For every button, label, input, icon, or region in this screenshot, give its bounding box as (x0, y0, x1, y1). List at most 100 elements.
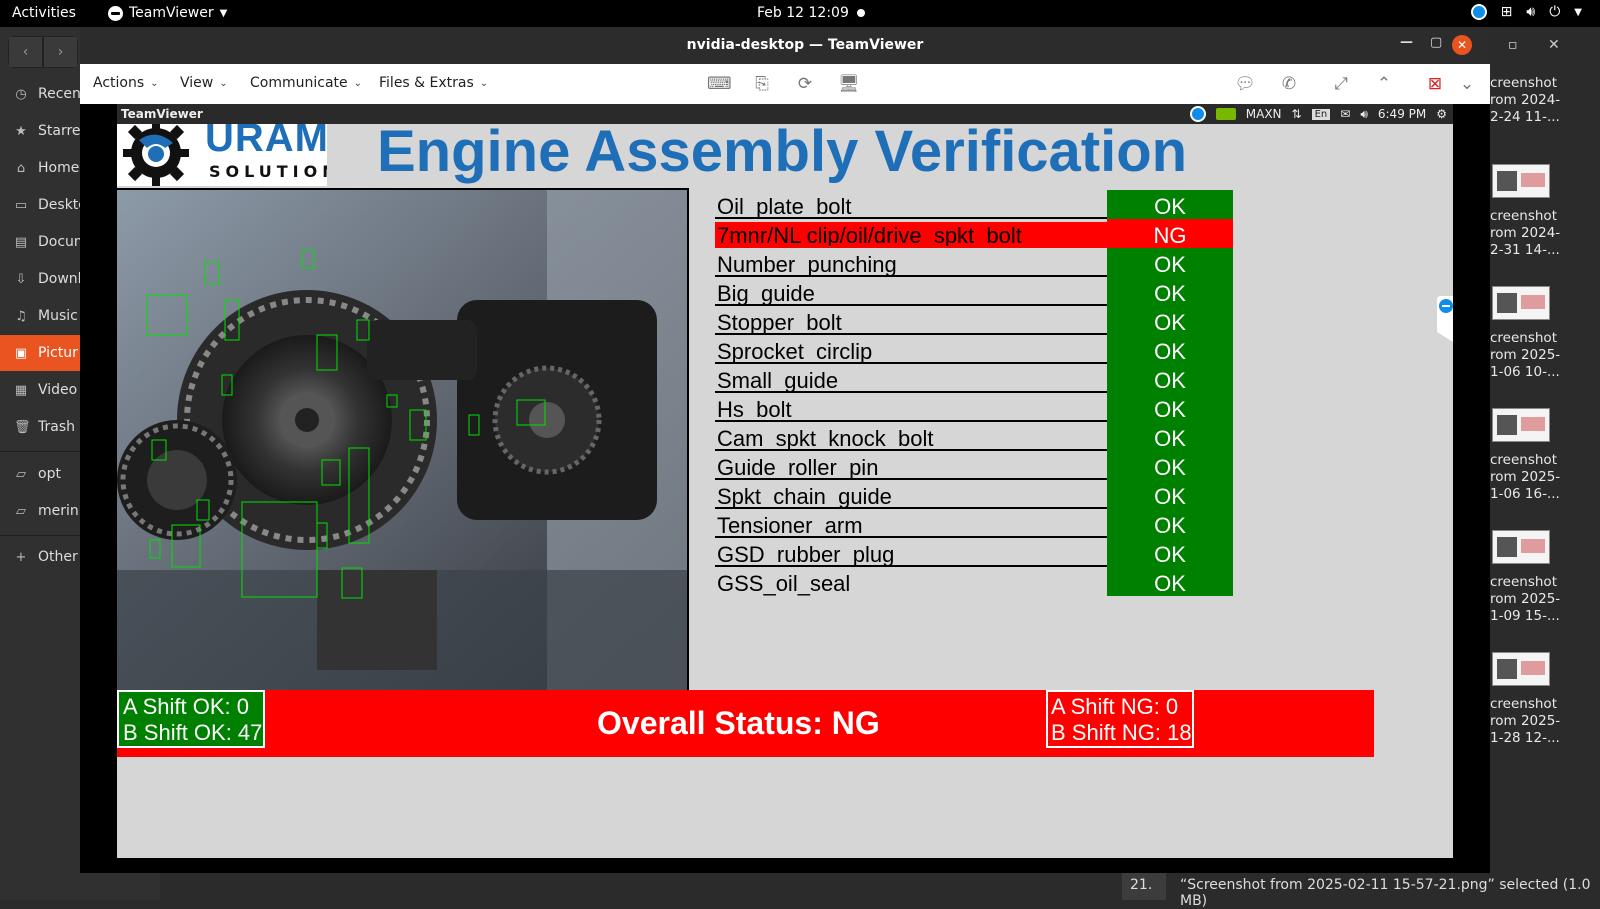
fullscreen-icon[interactable]: ⤢ (1329, 72, 1353, 96)
nvidia-icon[interactable] (1215, 108, 1236, 120)
check-row: Sprocket_circlip OK (715, 335, 1235, 364)
window-titlebar[interactable]: nvidia-desktop — TeamViewer — ▢ ✕ (80, 27, 1490, 64)
company-logo: URAMA SOLUTIONS (117, 124, 327, 186)
sidebar-item-label: Starre (38, 123, 81, 139)
app-menu[interactable]: TeamViewer ▼ (108, 5, 227, 21)
close-icon[interactable]: ✕ (1548, 37, 1560, 53)
chevron-down-icon[interactable]: ⌄ (1455, 72, 1479, 96)
power-mode-label[interactable]: MAXN (1246, 107, 1282, 121)
power-icon[interactable]: ⏻ (1549, 4, 1560, 20)
check-row: Oil_plate_bolt OK (715, 190, 1235, 219)
check-name: Oil_plate_bolt (715, 193, 1107, 219)
menu-view[interactable]: View ⌄ (180, 75, 228, 91)
minimize-icon[interactable]: — (1400, 35, 1413, 50)
keyboard-layout[interactable]: En (1311, 108, 1331, 120)
check-row: Small_guide OK (715, 364, 1235, 393)
b-shift-ok: B Shift OK: 47 (123, 720, 263, 745)
remote-screen[interactable]: TeamViewer MAXN ⇅ En ✉ 🔊︎ 6:49 PM ⚙ URAM… (117, 104, 1453, 858)
chevron-down-icon: ⌄ (353, 77, 363, 89)
clock[interactable]: Feb 12 12:09 (757, 5, 865, 21)
keyboard-icon[interactable]: ⌨ (707, 72, 732, 96)
close-window-button[interactable]: ✕ (1452, 35, 1472, 55)
menu-label: Communicate (250, 75, 348, 91)
settings-gear-icon[interactable]: ⚙ (1436, 107, 1447, 121)
check-name: Sprocket_circlip (715, 338, 1107, 364)
remote-screen-icon[interactable]: 🖥︎ (837, 72, 861, 96)
video-icon: ▦ (14, 382, 28, 398)
check-status: OK (1107, 277, 1233, 306)
volume-icon[interactable]: 🔊︎ (1526, 4, 1535, 20)
collapse-toolbar-icon[interactable]: ⌃ (1372, 72, 1396, 96)
teamviewer-side-panel-handle[interactable] (1437, 296, 1453, 342)
remote-clock[interactable]: 6:49 PM (1378, 107, 1426, 121)
check-row: GSS_oil_seal OK (715, 567, 1235, 596)
remote-tray: MAXN ⇅ En ✉ 🔊︎ 6:49 PM ⚙ (1189, 106, 1447, 122)
notification-dot-icon (856, 9, 865, 17)
shift-ng-counter: A Shift NG: 0 B Shift NG: 18 (1046, 690, 1194, 748)
sidebar-item-label: opt (38, 466, 61, 482)
camera-feed (117, 188, 689, 691)
teamviewer-icon[interactable] (1189, 106, 1206, 122)
teamviewer-tray-icon[interactable] (1470, 4, 1487, 20)
teamviewer-toolbar: Actions ⌄ View ⌄ Communicate ⌄ Files & Extr… (80, 64, 1490, 104)
back-icon[interactable]: ‹ (8, 36, 43, 68)
file-caption: creenshot rom 2024- 2-31 14-... (1490, 208, 1561, 258)
sidebar-item-label: Music (38, 308, 78, 324)
check-name: Hs_bolt (715, 396, 1107, 422)
picture-icon: ▣ (14, 345, 28, 361)
files-grid-column: ▫ ✕ creenshot rom 2024- 2-24 11-... cree… (1490, 27, 1600, 872)
check-row: Big_guide OK (715, 277, 1235, 306)
forward-icon[interactable]: › (43, 36, 78, 68)
file-thumbnail (1492, 530, 1550, 564)
check-name: Stopper_bolt (715, 309, 1107, 335)
check-status: OK (1107, 451, 1233, 480)
check-row: GSD_rubber_plug OK (715, 538, 1235, 567)
sidebar-item-label: merin (38, 503, 79, 519)
end-session-icon[interactable]: ⊠ (1423, 72, 1447, 96)
network-transfer-icon[interactable]: ⇅ (1292, 107, 1302, 121)
activities-button[interactable]: Activities (12, 5, 76, 21)
overall-status-label: Overall Status: NG (597, 705, 880, 741)
app-menu-label: TeamViewer (129, 5, 214, 21)
chat-icon[interactable]: 💬︎ (1233, 72, 1257, 96)
network-icon[interactable]: ⊞ (1501, 4, 1513, 20)
system-tray[interactable]: ⊞ 🔊︎ ⏻ ▼ (1470, 4, 1582, 20)
a-shift-ng: A Shift NG: 0 (1051, 694, 1179, 719)
desktop-icon: ▭ (14, 197, 28, 213)
overall-status-bar: A Shift OK: 0 B Shift OK: 47 Overall Sta… (117, 690, 1374, 757)
file-thumbnail (1492, 286, 1550, 320)
sidebar-item-label: Trash (38, 419, 75, 435)
check-name: Cam_spkt_knock_bolt (715, 425, 1107, 451)
chevron-down-icon[interactable]: ▼ (1574, 7, 1582, 18)
check-status: OK (1107, 248, 1233, 277)
remote-update-icon[interactable]: ⟳ (793, 72, 817, 96)
menu-actions[interactable]: Actions ⌄ (93, 75, 159, 91)
maximize-icon[interactable]: ▢ (1430, 35, 1442, 50)
menu-files-extras[interactable]: Files & Extras ⌄ (379, 75, 488, 91)
sidebar-item-label: Home (38, 160, 80, 176)
chevron-down-icon: ⌄ (150, 77, 159, 89)
check-name: Number_punching (715, 251, 1107, 277)
file-caption: creenshot rom 2025- 1-06 10-... (1490, 330, 1561, 380)
b-shift-ng: B Shift NG: 18 (1051, 720, 1192, 745)
check-row: Hs_bolt OK (715, 393, 1235, 422)
check-name: GSS_oil_seal (717, 571, 851, 596)
menu-communicate[interactable]: Communicate ⌄ (250, 75, 362, 91)
mail-icon[interactable]: ✉ (1340, 107, 1350, 121)
remote-bar-title: TeamViewer (121, 107, 203, 121)
check-status: OK (1107, 306, 1233, 335)
volume-icon[interactable]: 🔊︎ (1360, 107, 1368, 122)
call-icon[interactable]: ✆ (1277, 72, 1301, 96)
file-caption: creenshot rom 2025- 1-28 12-... (1490, 696, 1561, 746)
file-transfer-icon[interactable]: ⎘ (750, 72, 774, 96)
check-row: Stopper_bolt OK (715, 306, 1235, 335)
check-status: OK (1107, 364, 1233, 393)
teamviewer-window: nvidia-desktop — TeamViewer — ▢ ✕ Action… (80, 27, 1490, 873)
check-row: Spkt_chain_guide OK (715, 480, 1235, 509)
check-status: OK (1107, 335, 1233, 364)
menu-label: Actions (93, 75, 145, 91)
page-title: Engine Assembly Verification (377, 119, 1188, 184)
plus-icon: + (15, 549, 27, 565)
file-caption: creenshot rom 2024- 2-24 11-... (1490, 75, 1561, 125)
system-top-bar: Activities TeamViewer ▼ Feb 12 12:09 ⊞ 🔊… (0, 0, 1600, 27)
